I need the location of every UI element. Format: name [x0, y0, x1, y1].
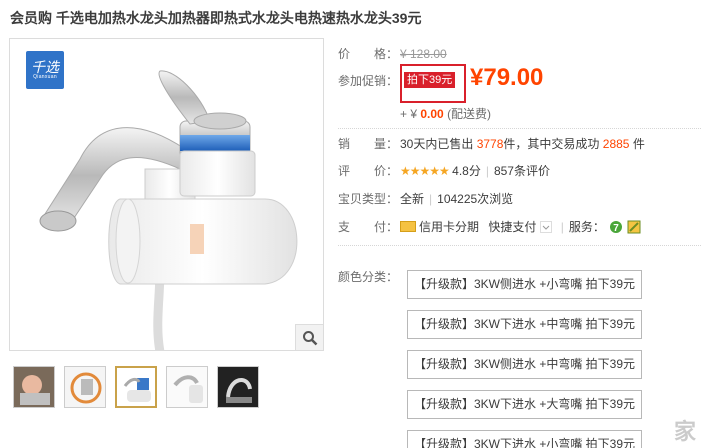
color-option[interactable]: 【升级款】3KW下进水 +大弯嘴 拍下39元	[407, 390, 643, 419]
price-row: 价 格： ¥ 128.00	[338, 45, 447, 62]
faucet-illustration	[39, 70, 298, 350]
magnifier-icon	[302, 330, 317, 345]
color-option[interactable]: 【升级款】3KW下进水 +小弯嘴 拍下39元	[407, 430, 643, 448]
type-value: 全新	[400, 192, 425, 206]
rating-row: 评 价： ★★★★★ 4.8分 | 857条评价	[338, 164, 550, 178]
thumbnail-4[interactable]	[166, 366, 208, 408]
color-category-label: 颜色分类：	[338, 270, 399, 284]
thumbnail-strip	[13, 366, 259, 408]
thumbnail-3[interactable]	[115, 366, 157, 408]
thumbnail-5[interactable]	[217, 366, 259, 408]
sales-count: 3778	[476, 137, 504, 151]
seven-day-return-icon[interactable]: 7	[609, 220, 623, 234]
sales-row: 销 量： 30天内已售出 3778件，其中交易成功 2885 件	[338, 135, 645, 152]
product-title: 会员购 千选电加热水龙头加热器即热式水龙头电热速热水龙头39元	[10, 10, 422, 26]
promo-label: 参加促销：	[338, 74, 399, 88]
type-views: 104225次浏览	[437, 192, 514, 206]
payment-row: 支 付： 信用卡分期 快捷支付 | 服务： 7	[338, 218, 641, 235]
thumbnail-1[interactable]	[13, 366, 55, 408]
guarantee-icon[interactable]	[627, 220, 641, 234]
payment-label: 支 付：	[338, 220, 399, 234]
shipping-fee: + ¥ 0.00 (配送费)	[400, 105, 491, 122]
zoom-button[interactable]	[295, 324, 323, 350]
watermark-text: 家	[673, 419, 697, 444]
service-label: 服务：	[568, 220, 605, 234]
price-label: 价 格：	[338, 47, 399, 61]
promo-row-label: 参加促销：	[338, 72, 400, 89]
shipping-note: (配送费)	[447, 107, 492, 121]
svg-text:7: 7	[613, 223, 619, 234]
divider	[338, 245, 701, 246]
promo-price: ¥79.00	[470, 64, 544, 91]
main-product-image[interactable]: 千选 Qianxuan	[9, 38, 324, 351]
shipping-amount: 0.00	[420, 107, 444, 121]
rating-label: 评 价：	[338, 164, 399, 178]
divider	[338, 128, 701, 129]
thumbnail-2[interactable]	[64, 366, 106, 408]
promo-tag: 拍下39元	[404, 72, 456, 88]
credit-card-icon	[400, 221, 416, 232]
sales-mid: 件，其中交易成功	[503, 137, 600, 151]
color-option[interactable]: 【升级款】3KW下进水 +中弯嘴 拍下39元	[407, 310, 643, 339]
color-option[interactable]: 【升级款】3KW侧进水 +小弯嘴 拍下39元	[407, 270, 643, 299]
rating-stars-icon: ★★★★★	[400, 164, 450, 178]
sales-prefix: 30天内已售出	[400, 137, 474, 151]
payment-method-installment[interactable]: 信用卡分期	[419, 220, 479, 234]
sales-suffix: 件	[632, 137, 645, 151]
sales-success: 2885	[602, 137, 630, 151]
original-price: ¥ 128.00	[400, 47, 447, 61]
shipping-prefix: + ¥	[400, 107, 418, 121]
rating-reviews-link[interactable]: 857条评价	[494, 164, 550, 178]
payment-method-quick[interactable]: 快捷支付	[488, 220, 536, 234]
chevron-down-icon[interactable]	[540, 221, 553, 233]
rating-score: 4.8分	[452, 164, 481, 178]
sales-label: 销 量：	[338, 137, 399, 151]
color-option[interactable]: 【升级款】3KW侧进水 +中弯嘴 拍下39元	[407, 350, 643, 379]
type-row: 宝贝类型： 全新 | 104225次浏览	[338, 192, 514, 206]
type-label: 宝贝类型：	[338, 192, 399, 206]
